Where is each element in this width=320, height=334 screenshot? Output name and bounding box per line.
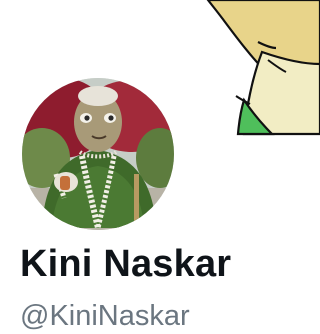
profile-avatar[interactable]: [22, 78, 174, 230]
figurine-photo-icon: [22, 78, 174, 230]
profile-handle: @KiniNaskar: [20, 300, 190, 332]
profile-display-name: Kini Naskar: [20, 243, 232, 285]
